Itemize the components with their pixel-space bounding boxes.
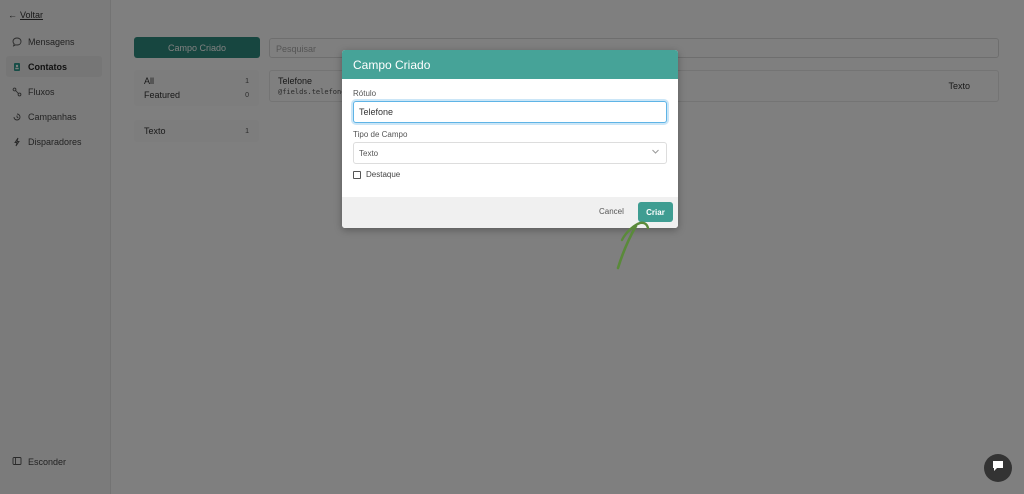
type-field-select[interactable]: Texto — [353, 142, 667, 164]
featured-checkbox[interactable] — [353, 170, 361, 179]
annotation-arrow-icon — [616, 221, 650, 270]
message-icon — [991, 459, 1005, 478]
featured-checkbox-label: Destaque — [366, 170, 401, 179]
create-field-modal: Campo Criado Rótulo Tipo de Campo Texto … — [342, 50, 678, 228]
type-field-value: Texto — [359, 149, 379, 158]
label-field-label: Rótulo — [353, 89, 377, 98]
modal-title: Campo Criado — [342, 50, 678, 79]
chat-widget-button[interactable] — [984, 454, 1012, 482]
modal-body: Rótulo Tipo de Campo Texto Destaque — [342, 79, 678, 197]
chevron-down-icon — [651, 147, 660, 158]
label-field-input[interactable] — [353, 101, 667, 123]
type-field-label: Tipo de Campo — [353, 130, 408, 139]
featured-checkbox-row[interactable]: Destaque — [353, 170, 667, 179]
